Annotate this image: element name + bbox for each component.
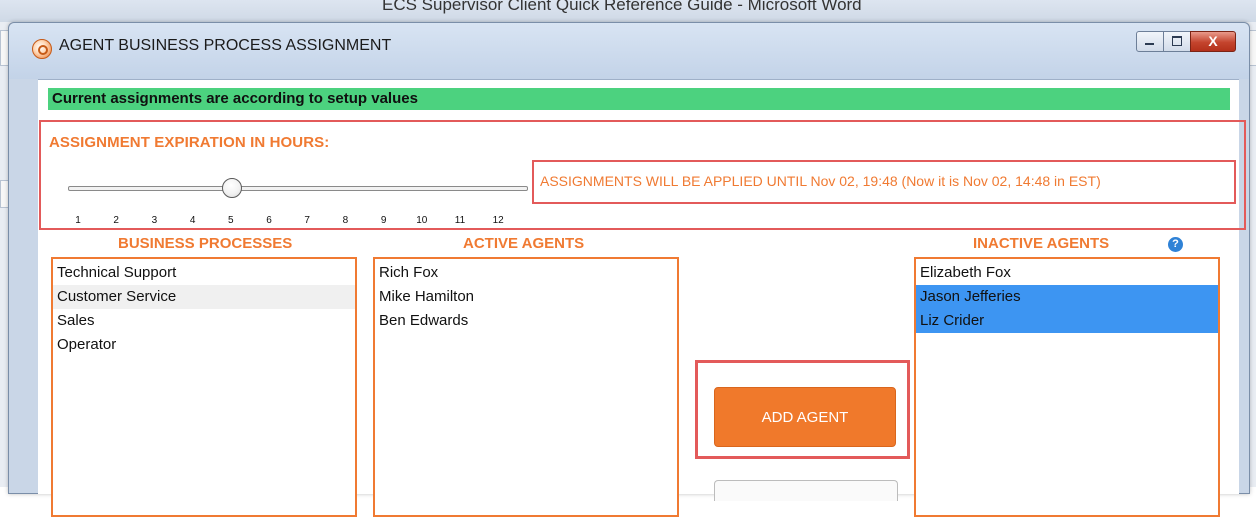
list-item[interactable]: Rich Fox	[375, 261, 677, 285]
business-processes-list[interactable]: Technical Support Customer Service Sales Op…	[51, 257, 357, 517]
slider-tick-label: 10	[416, 215, 428, 226]
agent-assignment-dialog: AGENT BUSINESS PROCESS ASSIGNMENT X Curr…	[8, 22, 1250, 517]
slider-tick-label: 4	[189, 215, 196, 226]
list-item[interactable]: Operator	[53, 333, 355, 357]
minimize-button[interactable]	[1136, 31, 1164, 52]
add-agent-button[interactable]: ADD AGENT	[714, 387, 896, 447]
maximize-icon	[1172, 36, 1182, 46]
list-item[interactable]: Technical Support	[53, 261, 355, 285]
list-item[interactable]: Elizabeth Fox	[916, 261, 1218, 285]
expiration-section: ASSIGNMENT EXPIRATION IN HOURS: 12345678…	[39, 120, 1246, 230]
list-item[interactable]: Ben Edwards	[375, 309, 677, 333]
background-ribbon-edge	[1249, 30, 1256, 66]
background-window-title: ECS Supervisor Client Quick Reference Gu…	[0, 0, 1256, 22]
app-icon	[32, 39, 52, 59]
active-agents-list[interactable]: Rich Fox Mike Hamilton Ben Edwards	[373, 257, 679, 517]
slider-tick-label: 5	[228, 215, 234, 226]
active-agents-header: ACTIVE AGENTS	[463, 235, 585, 252]
slider-tick-label: 3	[151, 215, 158, 226]
expiration-label: ASSIGNMENT EXPIRATION IN HOURS:	[49, 134, 330, 151]
background-window-title-text: ECS Supervisor Client Quick Reference Gu…	[382, 0, 862, 14]
window-controls: X	[1136, 31, 1236, 52]
slider-tick-label: 6	[266, 215, 272, 226]
dialog-title: AGENT BUSINESS PROCESS ASSIGNMENT	[59, 37, 392, 54]
expiration-slider-track[interactable]	[68, 186, 528, 191]
help-icon[interactable]: ?	[1168, 237, 1183, 252]
remove-agent-button[interactable]	[714, 480, 898, 501]
slider-tick-label: 12	[492, 215, 504, 226]
list-item[interactable]: Sales	[53, 309, 355, 333]
dialog-client-area: Current assignments are according to set…	[38, 79, 1246, 517]
close-button[interactable]: X	[1190, 31, 1236, 52]
list-item[interactable]: Jason Jefferies	[916, 285, 1218, 309]
business-processes-header: BUSINESS PROCESSES	[118, 235, 293, 252]
inactive-agents-header: INACTIVE AGENTS	[973, 235, 1110, 252]
inactive-agents-list[interactable]: Elizabeth Fox Jason Jefferies Liz Crider	[914, 257, 1220, 517]
list-item[interactable]: Liz Crider	[916, 309, 1218, 333]
slider-tick-label: 8	[342, 215, 349, 226]
maximize-button[interactable]	[1163, 31, 1191, 52]
close-icon: X	[1208, 33, 1218, 49]
assignment-applied-message: ASSIGNMENTS WILL BE APPLIED UNTIL Nov 02…	[532, 160, 1236, 204]
minimize-icon	[1145, 43, 1154, 45]
slider-tick-label: 11	[454, 215, 466, 226]
dialog-titlebar[interactable]: AGENT BUSINESS PROCESS ASSIGNMENT X	[9, 23, 1249, 79]
list-item[interactable]: Mike Hamilton	[375, 285, 677, 309]
status-message: Current assignments are according to set…	[48, 88, 1230, 110]
list-item[interactable]: Customer Service	[53, 285, 355, 309]
expiration-slider-thumb[interactable]	[221, 178, 242, 198]
slider-tick-label: 7	[304, 215, 310, 226]
slider-tick-label: 2	[113, 215, 119, 226]
slider-tick-label: 9	[380, 215, 387, 226]
slider-tick-label: 1	[75, 215, 81, 226]
